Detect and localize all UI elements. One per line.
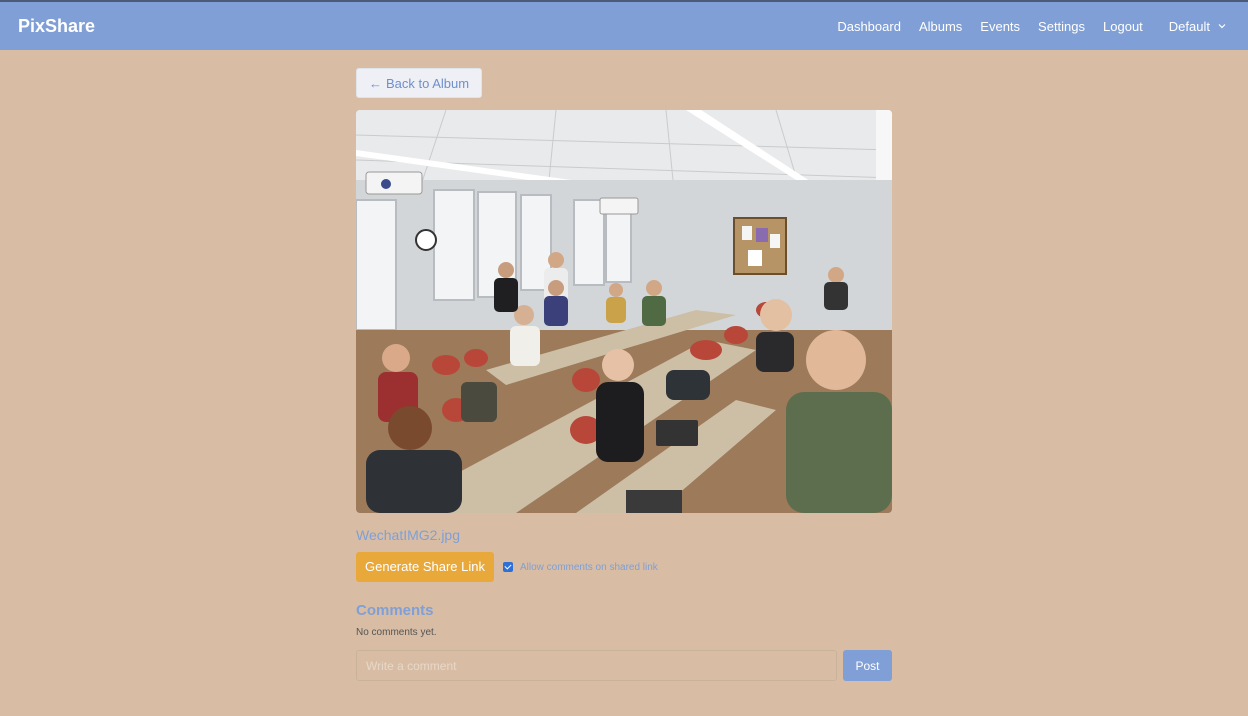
post-comment-button[interactable]: Post [843,650,892,681]
no-comments-text: No comments yet. [356,627,437,638]
brand-logo[interactable]: PixShare [18,16,95,37]
theme-dropdown[interactable]: Default [1169,19,1227,34]
share-controls: Generate Share Link Allow comments on sh… [356,552,892,582]
nav-albums[interactable]: Albums [919,19,962,34]
photo-detail: ← Back to Album WechatIMG2.jpg Generate … [356,68,892,681]
comments-heading: Comments [356,602,434,619]
comment-form: Post [356,650,892,681]
photo-filename: WechatIMG2.jpg [356,527,461,543]
nav-settings[interactable]: Settings [1038,19,1085,34]
arrow-left-icon: ← [369,75,382,91]
nav-events[interactable]: Events [980,19,1020,34]
allow-comments-checkbox[interactable] [502,562,513,572]
photo-image[interactable] [356,110,892,513]
allow-comments-label[interactable]: Allow comments on shared link [520,562,658,573]
comment-input[interactable] [356,650,837,681]
back-to-album-label: Back to Album [386,75,470,91]
generate-share-link-button[interactable]: Generate Share Link [356,552,494,582]
nav-links: Dashboard Albums Events Settings Logout … [819,19,1230,34]
chevron-down-icon [1218,24,1226,29]
top-navbar: PixShare Dashboard Albums Events Setting… [0,0,1248,50]
nav-dashboard[interactable]: Dashboard [837,19,901,34]
back-to-album-button[interactable]: ← Back to Album [356,68,483,98]
theme-dropdown-value: Default [1168,18,1210,34]
nav-logout[interactable]: Logout [1103,19,1143,34]
